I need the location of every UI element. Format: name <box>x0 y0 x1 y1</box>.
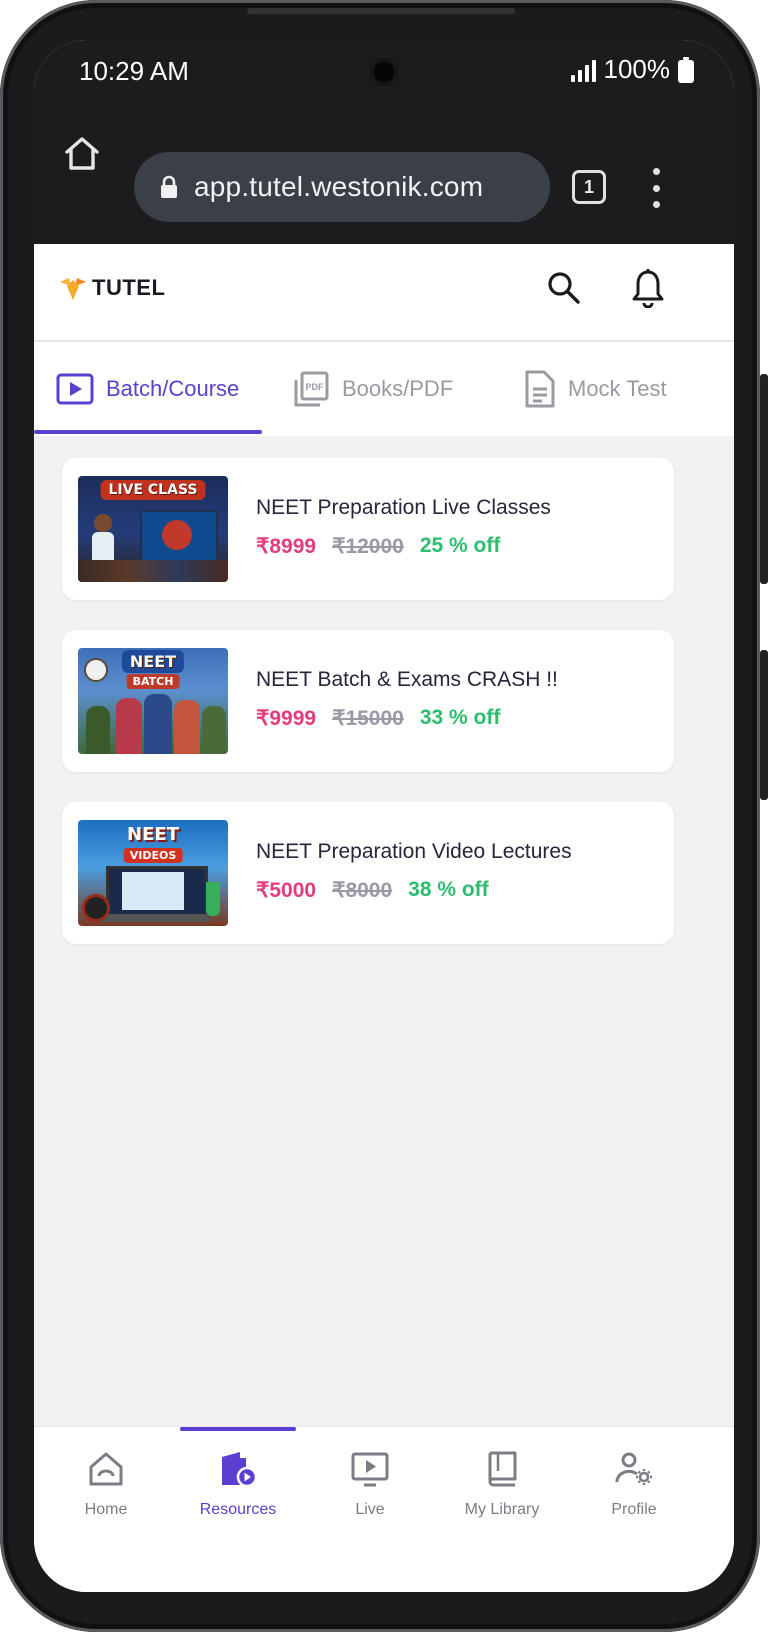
browser-home-icon[interactable] <box>62 134 102 174</box>
tab-mock-test[interactable]: Mock Test <box>524 342 667 436</box>
nav-profile[interactable]: Profile <box>568 1427 700 1547</box>
tab-label: Batch/Course <box>106 376 240 401</box>
profile-settings-icon <box>615 1452 652 1485</box>
nav-live[interactable]: Live <box>304 1427 436 1547</box>
bottom-navigation: Home Resources Live My Library Profile <box>34 1426 734 1592</box>
play-square-icon <box>56 373 94 405</box>
search-icon[interactable] <box>546 270 582 306</box>
status-bar: 10:29 AM 100% <box>34 40 734 104</box>
course-thumbnail[interactable]: LIVE CLASS <box>78 476 228 582</box>
nav-label: My Library <box>464 1501 540 1518</box>
nav-label: Resources <box>199 1501 277 1518</box>
course-title: NEET Preparation Video Lectures <box>256 840 572 863</box>
tab-label: Mock Test <box>568 376 667 401</box>
document-icon <box>525 370 555 408</box>
thumbnail-label: NEET <box>127 824 179 845</box>
nav-label: Profile <box>611 1501 657 1518</box>
course-original-price: ₹12000 <box>332 535 404 558</box>
course-original-price: ₹15000 <box>332 707 404 730</box>
logo-mark-icon <box>60 278 86 300</box>
course-discount: 25 % off <box>419 534 501 557</box>
course-card[interactable]: NEET VIDEOS NEET Preparation Video Lectu… <box>62 802 674 944</box>
thumbnail-sublabel: BATCH <box>126 674 180 689</box>
course-price: ₹8999 <box>256 535 317 558</box>
tutel-logo[interactable]: TUTEL <box>58 274 165 302</box>
price-row: ₹5000 ₹8000 38 % off <box>256 878 489 903</box>
course-card[interactable]: NEET BATCH NEET Batch & Exams CRASH !! ₹… <box>62 630 674 772</box>
nav-resources[interactable]: Resources <box>172 1427 304 1547</box>
price-row: ₹9999 ₹15000 33 % off <box>256 706 500 731</box>
browser-toolbar: app.tutel.westonik.com 1 <box>34 104 734 244</box>
signal-icon <box>570 58 596 82</box>
tab-switcher-button[interactable]: 1 <box>572 170 606 204</box>
power-button <box>760 650 768 800</box>
course-thumbnail[interactable]: NEET VIDEOS <box>78 820 228 926</box>
nav-label: Live <box>355 1501 385 1518</box>
course-list: LIVE CLASS NEET Preparation Live Classes… <box>62 458 706 974</box>
library-icon <box>488 1451 517 1487</box>
app-header: TUTEL <box>34 244 734 342</box>
address-bar[interactable]: app.tutel.westonik.com <box>134 152 550 222</box>
resource-tabs: Batch/Course PDF Books/PDF Mock Test <box>34 342 734 436</box>
notification-bell-icon[interactable] <box>630 268 666 309</box>
pdf-icon: PDF <box>294 371 329 407</box>
nav-my-library[interactable]: My Library <box>436 1427 568 1547</box>
price-row: ₹8999 ₹12000 25 % off <box>256 534 500 559</box>
course-title: NEET Preparation Live Classes <box>256 496 551 519</box>
thumbnail-label: LIVE CLASS <box>100 480 206 500</box>
nav-home[interactable]: Home <box>40 1427 172 1547</box>
course-price: ₹9999 <box>256 707 317 730</box>
course-price: ₹5000 <box>256 879 317 902</box>
lock-icon <box>161 175 177 198</box>
tab-books-pdf[interactable]: PDF Books/PDF <box>292 342 453 436</box>
course-discount: 33 % off <box>419 706 501 729</box>
active-tab-indicator <box>34 430 262 434</box>
url-text: app.tutel.westonik.com <box>194 171 484 202</box>
course-title: NEET Batch & Exams CRASH !! <box>256 668 558 691</box>
svg-text:PDF: PDF <box>306 382 325 392</box>
browser-menu-icon[interactable] <box>646 168 666 208</box>
battery-percent: 100% <box>603 54 671 84</box>
thumbnail-sublabel: VIDEOS <box>123 848 183 863</box>
phone-screen: 10:29 AM 100% app.tutel.westonik.com 1 T… <box>34 40 734 1592</box>
volume-button <box>760 374 768 584</box>
course-original-price: ₹8000 <box>332 879 393 902</box>
home-icon <box>89 1452 123 1486</box>
status-indicators: 100% <box>570 54 694 85</box>
battery-icon <box>678 56 694 83</box>
course-card[interactable]: LIVE CLASS NEET Preparation Live Classes… <box>62 458 674 600</box>
tab-label: Books/PDF <box>342 376 454 401</box>
front-camera <box>370 58 398 86</box>
nav-label: Home <box>84 1501 128 1518</box>
logo-text: TUTEL <box>92 275 166 300</box>
status-time: 10:29 AM <box>79 56 189 86</box>
thumbnail-label: NEET <box>121 650 185 673</box>
tab-batch-course[interactable]: Batch/Course <box>56 342 239 436</box>
course-thumbnail[interactable]: NEET BATCH <box>78 648 228 754</box>
live-icon <box>351 1452 389 1487</box>
resources-icon <box>222 1452 258 1488</box>
course-discount: 38 % off <box>408 878 489 901</box>
phone-speaker <box>247 8 515 14</box>
